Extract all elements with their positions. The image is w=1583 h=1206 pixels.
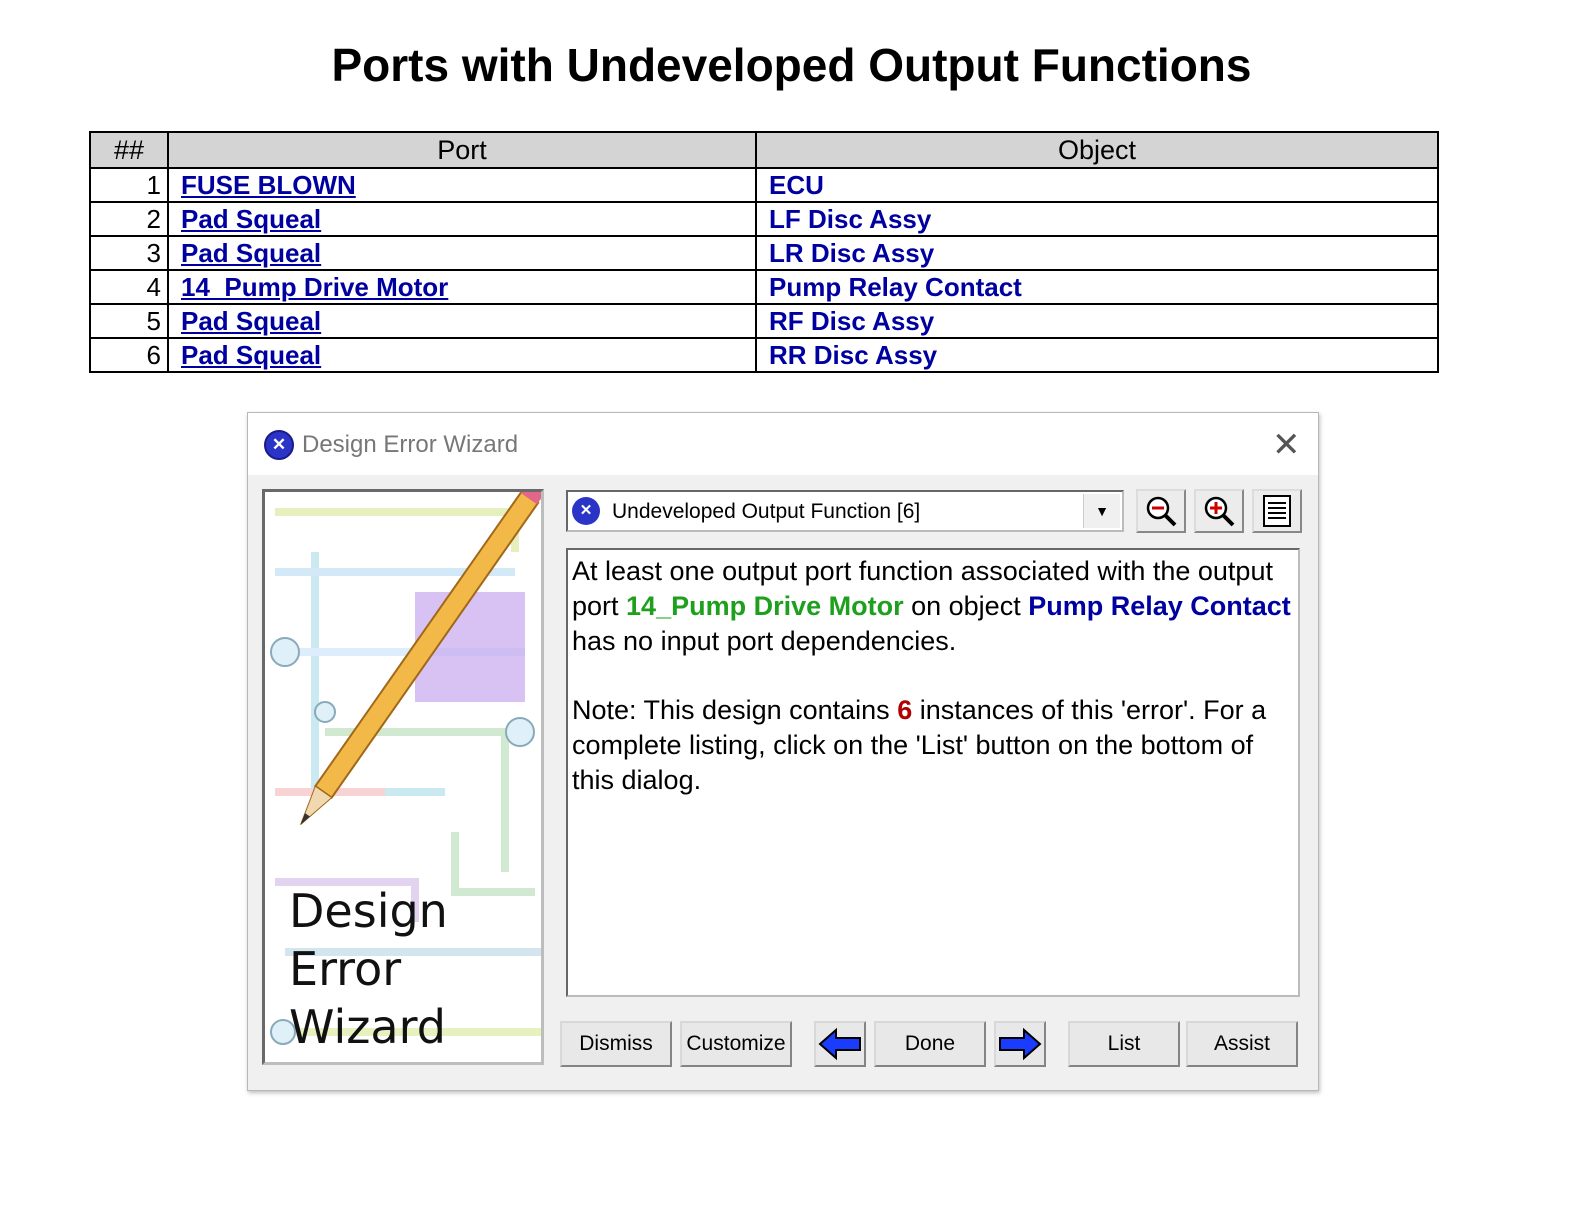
error-badge-icon: ✕ xyxy=(572,497,600,525)
message-object-name: Pump Relay Contact xyxy=(1028,591,1291,621)
object-name: LF Disc Assy xyxy=(755,201,1439,237)
list-button[interactable]: List xyxy=(1068,1021,1180,1067)
table-row: 3 Pad Squeal LR Disc Assy xyxy=(89,235,1439,271)
object-name: ECU xyxy=(755,167,1439,203)
error-message-panel: At least one output port function associ… xyxy=(566,548,1300,997)
message-paragraph-2: Note: This design contains 6 instances o… xyxy=(572,693,1294,798)
zoom-out-button[interactable] xyxy=(1136,489,1186,533)
error-type-dropdown[interactable]: ✕ Undeveloped Output Function [6] ▼ xyxy=(566,490,1124,532)
object-name: Pump Relay Contact xyxy=(755,269,1439,305)
port-link[interactable]: Pad Squeal xyxy=(181,238,321,268)
chevron-down-icon[interactable]: ▼ xyxy=(1083,494,1120,528)
port-link[interactable]: FUSE BLOWN xyxy=(181,170,356,200)
list-icon xyxy=(1263,495,1291,527)
message-paragraph-1: At least one output port function associ… xyxy=(572,554,1294,659)
column-header-object: Object xyxy=(755,131,1439,169)
error-badge-icon: ✕ xyxy=(264,430,294,460)
caption-line-wizard: Wizard xyxy=(289,1000,446,1054)
row-number: 5 xyxy=(89,303,169,339)
port-link[interactable]: Pad Squeal xyxy=(181,306,321,336)
assist-button[interactable]: Assist xyxy=(1186,1021,1298,1067)
zoom-in-button[interactable] xyxy=(1194,489,1244,533)
row-number: 6 xyxy=(89,337,169,373)
object-name: LR Disc Assy xyxy=(755,235,1439,271)
arrow-left-icon xyxy=(818,1027,861,1061)
message-error-count: 6 xyxy=(897,695,913,725)
table-row: 6 Pad Squeal RR Disc Assy xyxy=(89,337,1439,373)
message-text: Note: This design contains xyxy=(572,695,898,725)
table-row: 5 Pad Squeal RF Disc Assy xyxy=(89,303,1439,339)
row-number: 1 xyxy=(89,167,169,203)
port-link[interactable]: Pad Squeal xyxy=(181,204,321,234)
port-link[interactable]: 14_Pump Drive Motor xyxy=(181,272,448,302)
table-row: 4 14_Pump Drive Motor Pump Relay Contact xyxy=(89,269,1439,305)
customize-button[interactable]: Customize xyxy=(680,1021,792,1067)
next-button[interactable] xyxy=(994,1021,1046,1067)
zoom-in-icon xyxy=(1204,496,1235,527)
previous-button[interactable] xyxy=(814,1021,866,1067)
done-button[interactable]: Done xyxy=(874,1021,986,1067)
message-text: on object xyxy=(903,591,1029,621)
table-row: 1 FUSE BLOWN ECU xyxy=(89,167,1439,203)
object-name: RF Disc Assy xyxy=(755,303,1439,339)
message-text: has no input port dependencies. xyxy=(572,626,957,656)
caption-line-error: Error xyxy=(289,942,402,996)
column-header-number: ## xyxy=(89,131,169,169)
wizard-illustration: Design Error Wizard xyxy=(262,489,544,1065)
row-number: 3 xyxy=(89,235,169,271)
table-row: 2 Pad Squeal LF Disc Assy xyxy=(89,201,1439,237)
dialog-title: Design Error Wizard xyxy=(302,431,519,458)
object-name: RR Disc Assy xyxy=(755,337,1439,373)
table-header-row: ## Port Object xyxy=(89,131,1439,169)
row-number: 2 xyxy=(89,201,169,237)
column-header-port: Port xyxy=(167,131,757,169)
row-number: 4 xyxy=(89,269,169,305)
port-link[interactable]: Pad Squeal xyxy=(181,340,321,370)
arrow-right-icon xyxy=(999,1027,1042,1061)
caption-line-design: Design xyxy=(289,884,448,938)
list-view-button[interactable] xyxy=(1252,489,1302,533)
close-icon[interactable]: ✕ xyxy=(1272,425,1301,465)
dialog-titlebar: ✕ Design Error Wizard ✕ xyxy=(248,413,1318,475)
dismiss-button[interactable]: Dismiss xyxy=(560,1021,672,1067)
page-title: Ports with Undeveloped Output Functions xyxy=(331,39,1252,91)
error-type-value: Undeveloped Output Function [6] xyxy=(612,500,921,523)
ports-table: ## Port Object 1 FUSE BLOWN ECU 2 Pad Sq… xyxy=(89,131,1439,373)
design-error-wizard-dialog: ✕ Design Error Wizard ✕ Design Error Wiz… xyxy=(247,412,1319,1091)
message-port-name: 14_Pump Drive Motor xyxy=(626,591,904,621)
zoom-out-icon xyxy=(1146,496,1177,527)
wizard-caption: Design Error Wizard xyxy=(289,882,448,1056)
